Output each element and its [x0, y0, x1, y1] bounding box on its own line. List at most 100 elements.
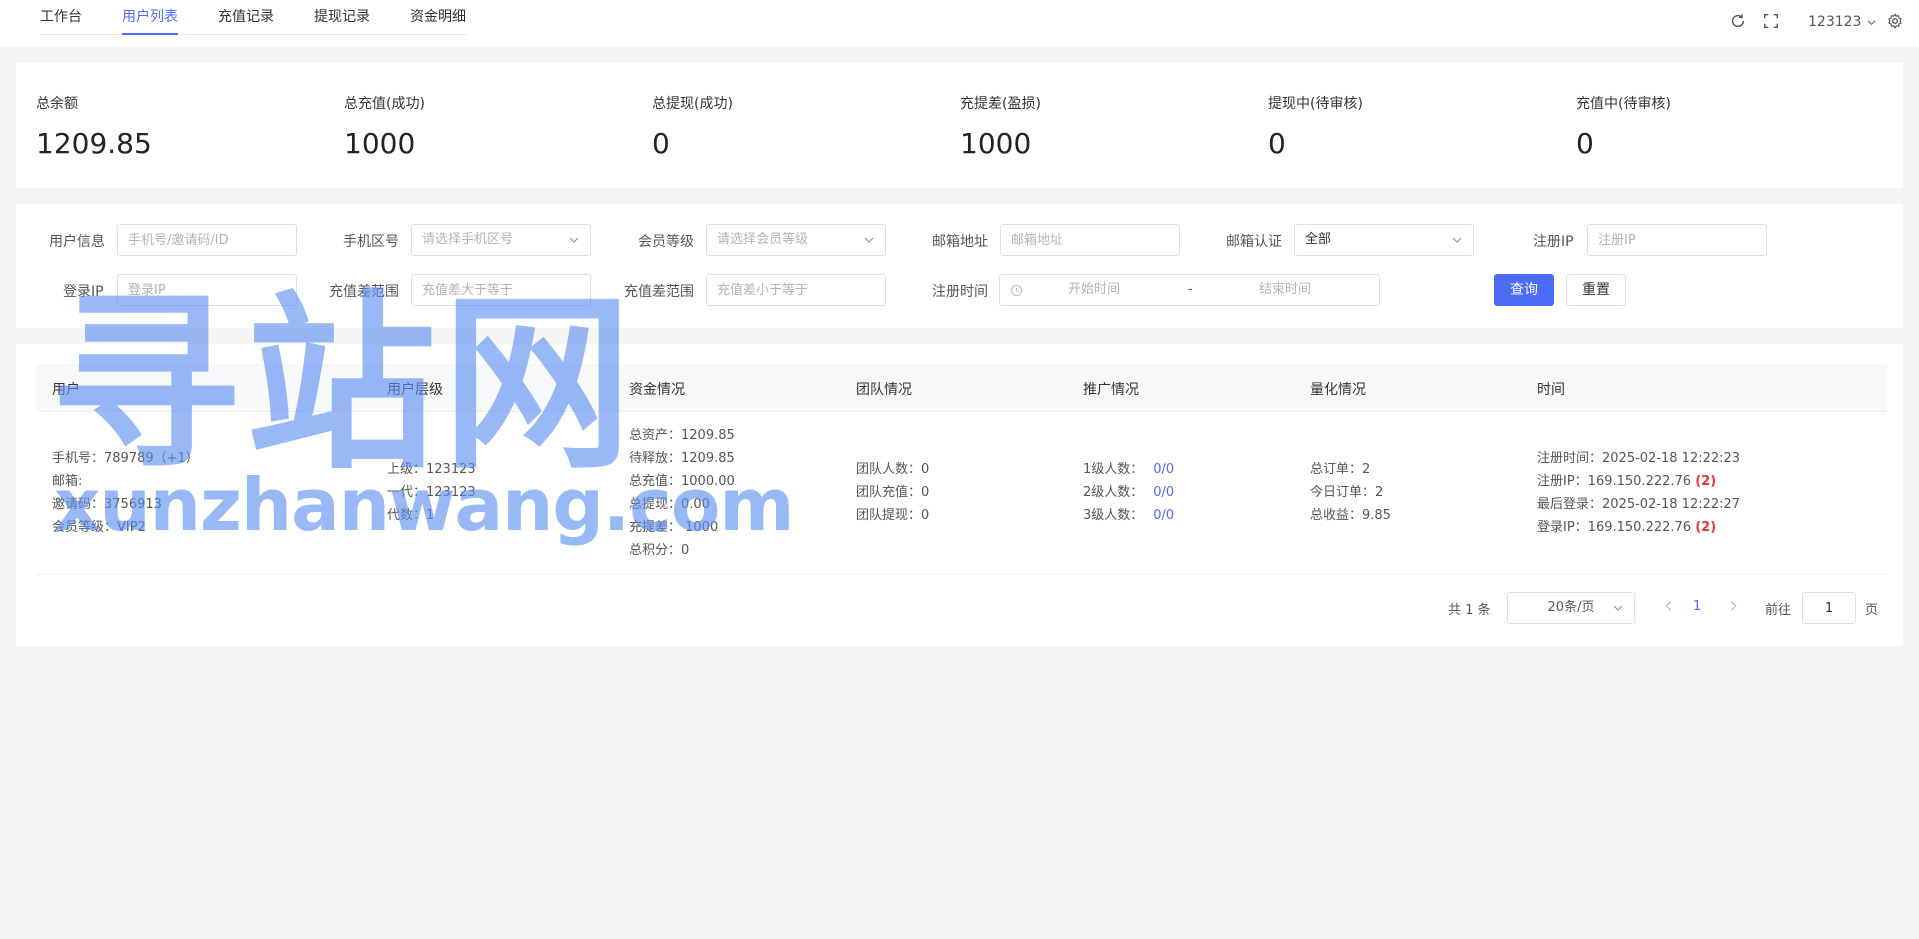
- promo-level-1: 1级人数： 0/0: [1083, 458, 1174, 481]
- level-first-gen: 一代：123123: [387, 485, 476, 500]
- pagination: 共 1 条 20条/页 1 前往 页: [16, 592, 1903, 624]
- th-user: 用户: [52, 382, 80, 398]
- tab-workbench[interactable]: 工作台: [40, 6, 82, 26]
- tab-withdraw-records[interactable]: 提现记录: [314, 6, 370, 26]
- cell-quant: 总订单：2 今日订单：2 总收益：9.85: [1310, 458, 1391, 527]
- chevron-down-icon: [569, 237, 579, 243]
- promo-link[interactable]: 0/0: [1153, 485, 1174, 500]
- email-verify-label: 邮箱认证: [1226, 234, 1282, 250]
- stat-value: 1000: [344, 127, 416, 160]
- filter-form: 用户信息 手机区号 请选择手机区号 会员等级 请选择会员等级 邮箱地址 邮箱认证…: [16, 204, 1903, 328]
- email-input[interactable]: [1000, 224, 1180, 256]
- tab-fund-details[interactable]: 资金明细: [410, 6, 466, 26]
- reg-ip-input[interactable]: [1587, 224, 1767, 256]
- stat-total-recharge: 总充值(成功) 1000: [344, 93, 425, 160]
- diff-max-input[interactable]: [706, 274, 886, 306]
- th-time: 时间: [1537, 382, 1565, 398]
- funds-diff: 充提差： 1000: [629, 520, 719, 535]
- level-parent: 上级：123123: [387, 462, 476, 477]
- diff-min-input[interactable]: [411, 274, 591, 306]
- tab-user-list[interactable]: 用户列表: [122, 6, 178, 35]
- end-time-placeholder[interactable]: 结束时间: [1259, 275, 1311, 305]
- top-bar: 工作台 用户列表 充值记录 提现记录 资金明细 123123: [0, 0, 1919, 47]
- stat-value: 0: [1576, 127, 1594, 160]
- diff-min-label: 充值差范围: [329, 284, 399, 300]
- stat-total-withdraw: 总提现(成功) 0: [652, 93, 733, 160]
- stat-value: 1209.85: [36, 127, 152, 160]
- clock-icon: [1010, 284, 1023, 297]
- th-user-level: 用户层级: [387, 382, 443, 398]
- th-funds: 资金情况: [629, 382, 685, 398]
- select-value: 全部: [1305, 232, 1332, 247]
- funds-total-withdraw: 总提现：0.00: [629, 497, 710, 512]
- reg-time-label: 注册时间: [932, 284, 988, 300]
- diff-max-label: 充值差范围: [624, 284, 694, 300]
- promo-link[interactable]: 0/0: [1153, 508, 1174, 523]
- login-ip-count[interactable]: (2): [1695, 520, 1716, 535]
- refresh-icon[interactable]: [1729, 12, 1747, 30]
- fullscreen-icon[interactable]: [1762, 12, 1780, 30]
- stat-value: 0: [652, 127, 670, 160]
- time-registered: 注册时间：2025-02-18 12:22:23: [1537, 451, 1741, 466]
- phone-area-select[interactable]: 请选择手机区号: [411, 224, 591, 256]
- page-size-select[interactable]: 20条/页: [1507, 592, 1635, 624]
- time-login-ip: 登录IP：169.150.222.76 (2): [1537, 516, 1740, 539]
- stat-label: 总提现(成功): [652, 96, 733, 112]
- chevron-down-icon: [1452, 237, 1462, 243]
- reset-button[interactable]: 重置: [1566, 274, 1626, 306]
- cell-user: 手机号：789789（+1） 邮箱: 邀请码：3756913 会员等级：VIP2: [52, 447, 199, 539]
- promo-label: 2级人数：: [1083, 485, 1144, 500]
- pagination-total: 共 1 条: [1448, 603, 1491, 618]
- quant-total-orders: 总订单：2: [1310, 462, 1371, 477]
- start-time-placeholder[interactable]: 开始时间: [1068, 275, 1120, 305]
- stat-pending-recharge: 充值中(待审核) 0: [1576, 93, 1671, 160]
- funds-pending-release: 待释放：1209.85: [629, 451, 735, 466]
- promo-level-2: 2级人数： 0/0: [1083, 481, 1174, 504]
- login-ip-input[interactable]: [117, 274, 297, 306]
- login-ip-label: 登录IP: [63, 284, 104, 300]
- team-recharge: 团队充值：0: [856, 485, 930, 500]
- user-menu[interactable]: 123123: [1808, 14, 1877, 30]
- stat-value: 1000: [960, 127, 1032, 160]
- nav-tabs: 工作台 用户列表 充值记录 提现记录 资金明细: [40, 0, 467, 35]
- prev-page-icon[interactable]: [1661, 598, 1679, 616]
- cell-promotion: 1级人数： 0/0 2级人数： 0/0 3级人数： 0/0: [1083, 458, 1174, 527]
- promo-label: 3级人数：: [1083, 508, 1144, 523]
- email-verify-select[interactable]: 全部: [1294, 224, 1474, 256]
- quant-today-orders: 今日订单：2: [1310, 485, 1384, 500]
- time-reg-ip: 注册IP：169.150.222.76 (2): [1537, 470, 1740, 493]
- level-generation: 代数：1: [387, 508, 435, 523]
- cell-team: 团队人数：0 团队充值：0 团队提现：0: [856, 458, 929, 527]
- user-invite-code: 邀请码：3756913: [52, 497, 162, 512]
- stat-label: 总充值(成功): [344, 96, 425, 112]
- funds-total-assets: 总资产：1209.85: [629, 428, 735, 443]
- cell-user-level: 上级：123123 一代：123123 代数：1: [387, 458, 476, 527]
- user-info-label: 用户信息: [49, 234, 105, 250]
- stat-label: 充提差(盈损): [960, 96, 1041, 112]
- stat-value: 0: [1268, 127, 1286, 160]
- goto-page-input[interactable]: [1802, 592, 1856, 624]
- member-level-select[interactable]: 请选择会员等级: [706, 224, 886, 256]
- next-page-icon[interactable]: [1725, 598, 1743, 616]
- stat-pending-withdraw: 提现中(待审核) 0: [1268, 93, 1363, 160]
- reg-ip-count[interactable]: (2): [1695, 474, 1716, 489]
- stat-label: 总余额: [36, 96, 78, 112]
- promo-level-3: 3级人数： 0/0: [1083, 504, 1174, 527]
- user-member-level: 会员等级：VIP2: [52, 520, 146, 535]
- funds-total-points: 总积分：0: [629, 543, 690, 558]
- user-info-input[interactable]: [117, 224, 297, 256]
- login-ip-value: 登录IP：169.150.222.76: [1537, 520, 1692, 535]
- page-number-current[interactable]: 1: [1693, 599, 1701, 614]
- goto-label: 前往: [1765, 603, 1792, 618]
- reg-time-range-picker[interactable]: 开始时间 - 结束时间: [999, 274, 1380, 306]
- phone-area-label: 手机区号: [343, 234, 399, 250]
- tab-recharge-records[interactable]: 充值记录: [218, 6, 274, 26]
- page-size-value: 20条/页: [1547, 600, 1595, 615]
- stat-total-balance: 总余额 1209.85: [36, 93, 152, 160]
- settings-gear-icon[interactable]: [1886, 12, 1904, 30]
- query-button[interactable]: 查询: [1494, 274, 1554, 306]
- reg-ip-value: 注册IP：169.150.222.76: [1537, 474, 1692, 489]
- chevron-down-icon: [1613, 605, 1623, 611]
- stat-profit-loss: 充提差(盈损) 1000: [960, 93, 1041, 160]
- promo-link[interactable]: 0/0: [1153, 462, 1174, 477]
